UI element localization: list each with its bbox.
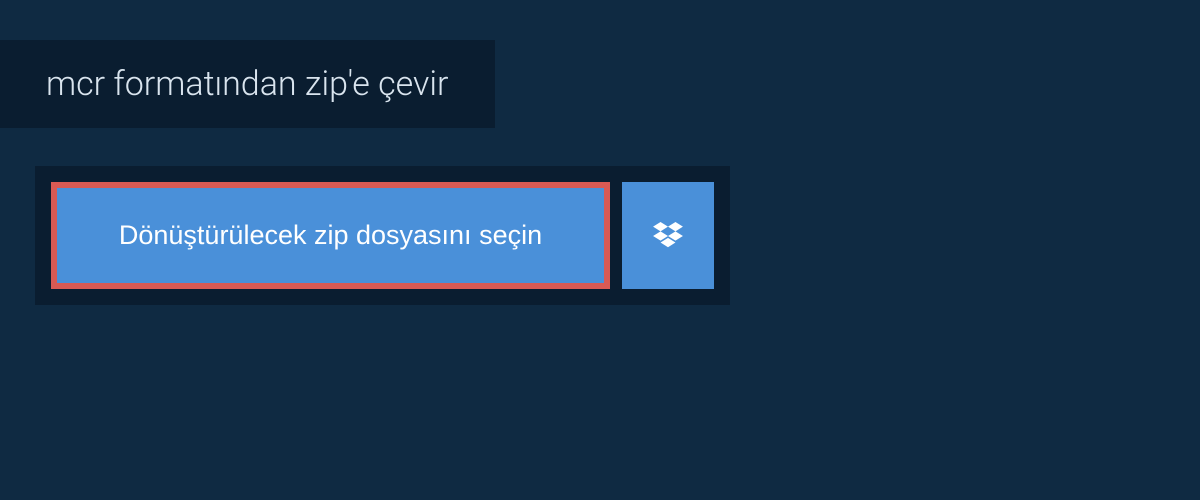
dropbox-icon — [653, 222, 683, 250]
select-file-label: Dönüştürülecek zip dosyasını seçin — [119, 220, 542, 251]
select-file-button[interactable]: Dönüştürülecek zip dosyasını seçin — [51, 182, 610, 289]
page-title: mcr formatından zip'e çevir — [46, 64, 449, 104]
upload-panel: Dönüştürülecek zip dosyasını seçin — [35, 166, 730, 305]
page-title-tab: mcr formatından zip'e çevir — [0, 40, 495, 128]
dropbox-button[interactable] — [622, 182, 714, 289]
